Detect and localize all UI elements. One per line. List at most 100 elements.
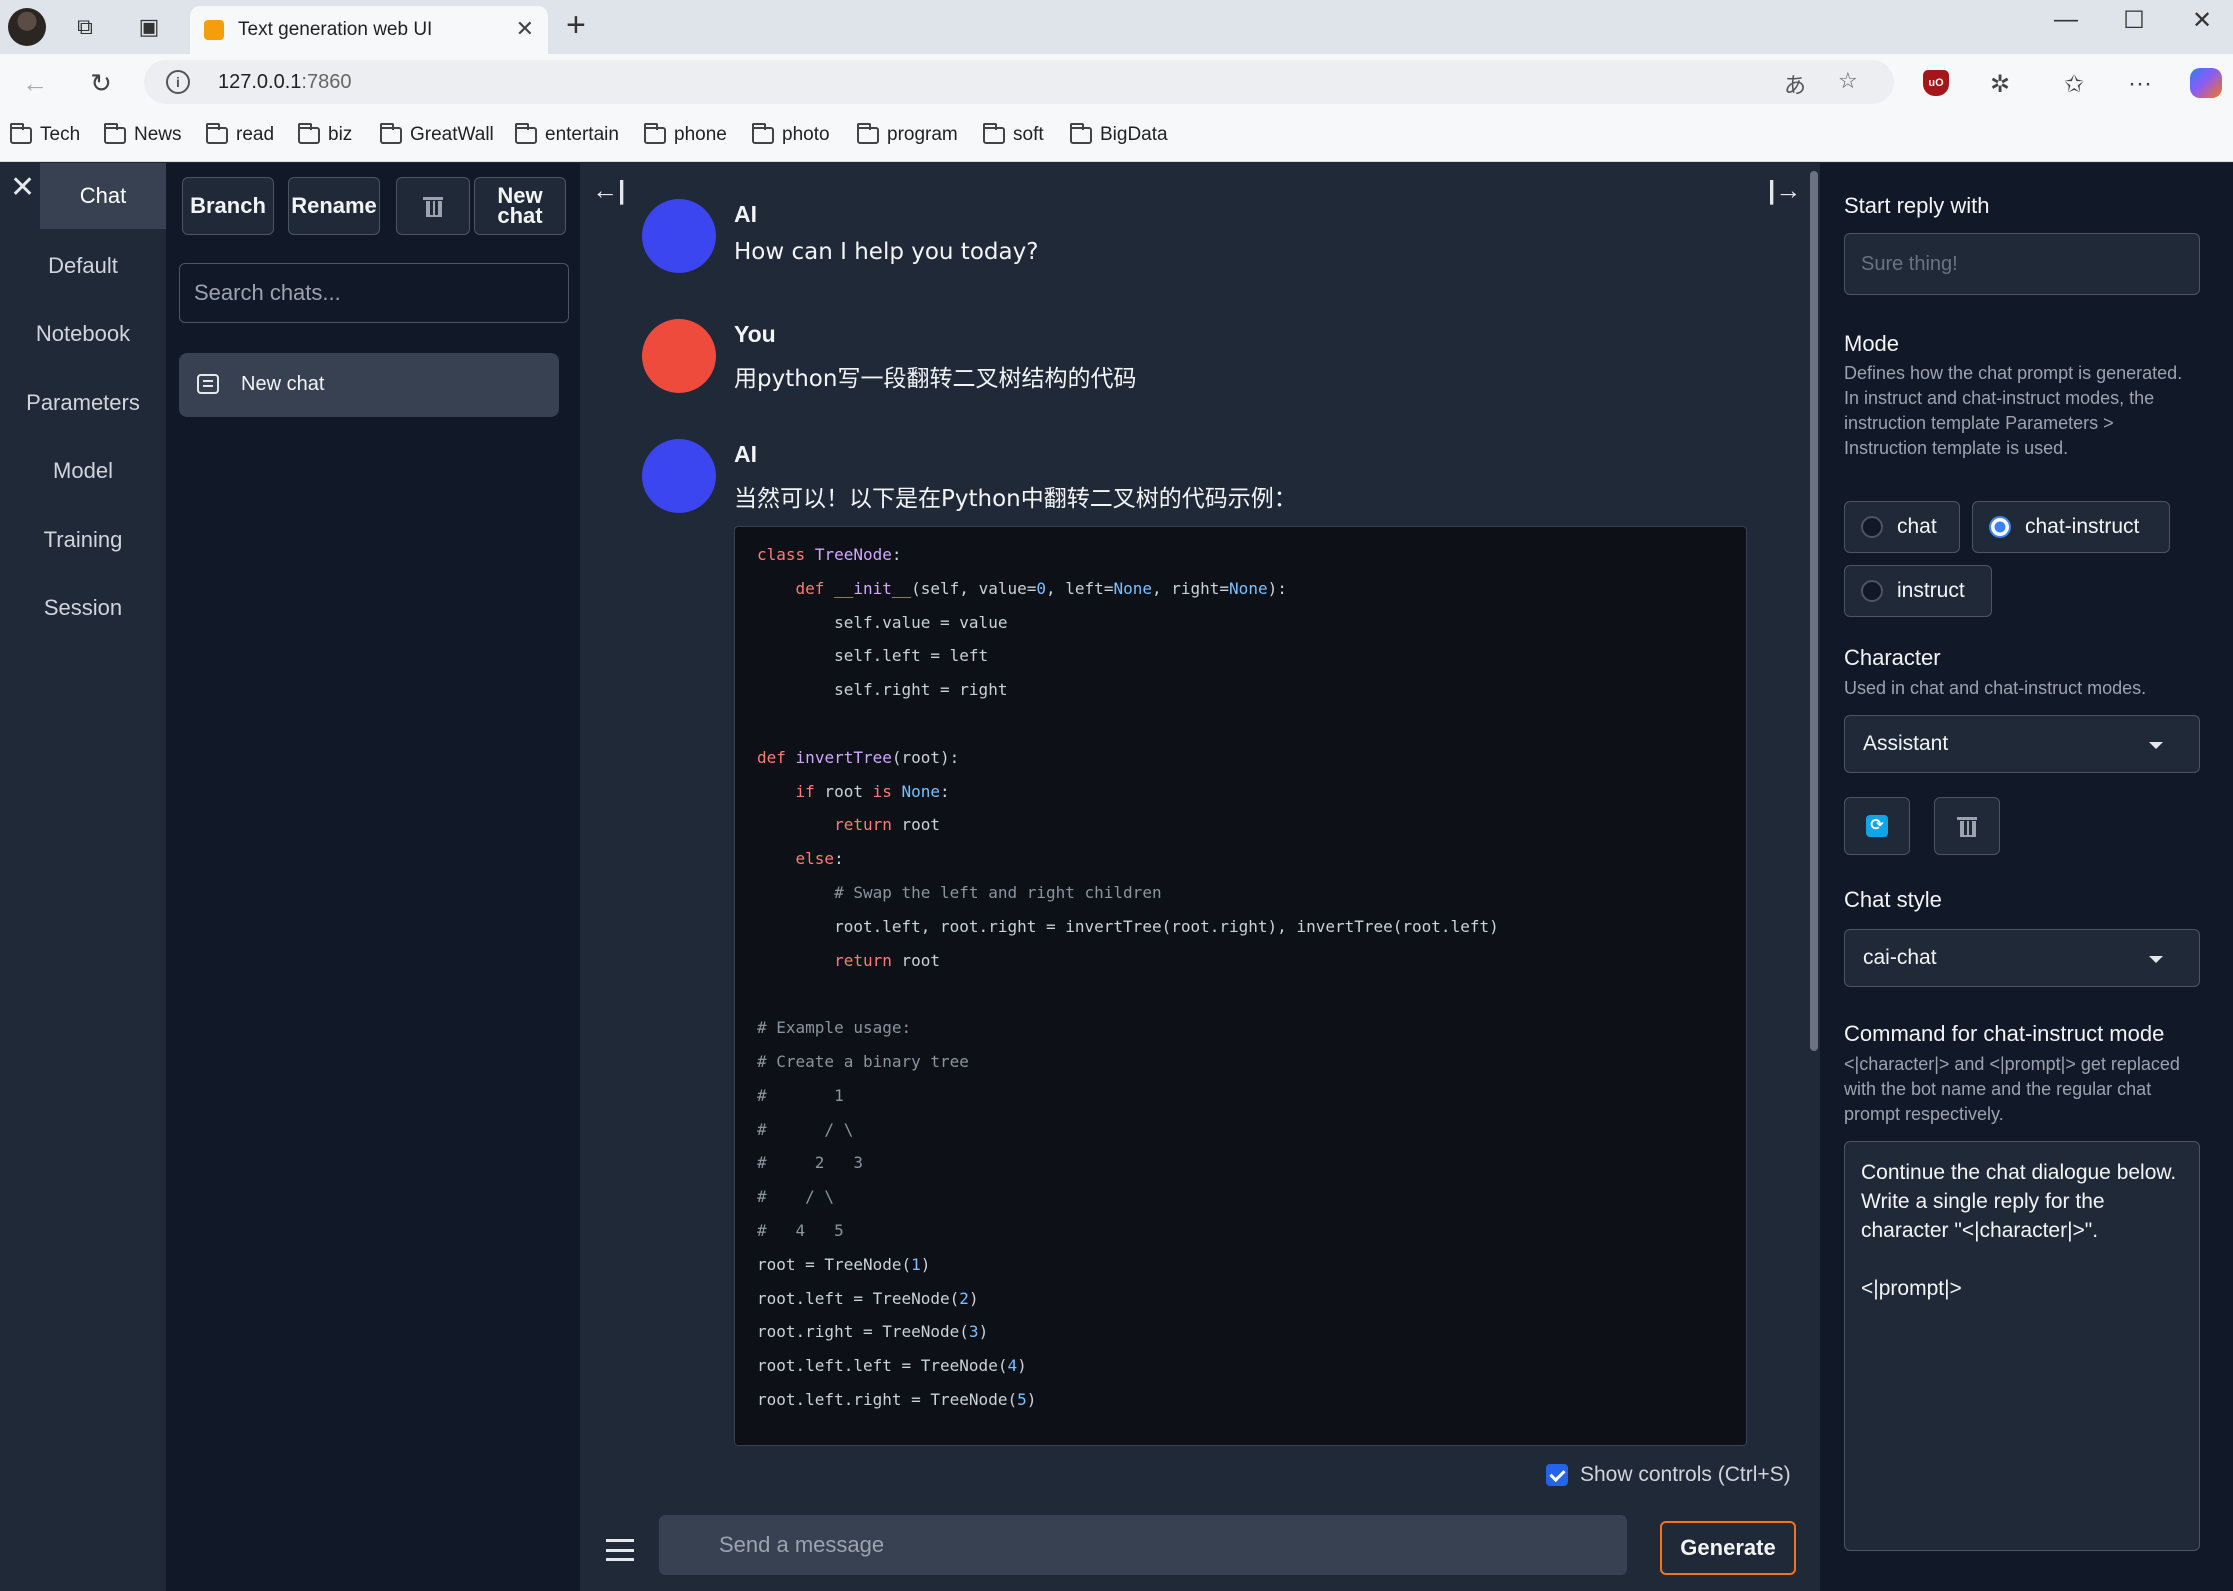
nav-item-training[interactable]: Training: [0, 527, 166, 553]
rename-button[interactable]: Rename: [288, 177, 380, 235]
app-root: Chat ✕ Default Notebook Parameters Model…: [0, 163, 2233, 1591]
extensions-icon[interactable]: ✲: [1990, 70, 2010, 99]
code-line: if root is None:: [795, 781, 950, 801]
folder-icon: [644, 122, 666, 144]
refresh-characters-button[interactable]: ⟳: [1844, 797, 1910, 855]
read-aloud-icon[interactable]: あ: [1784, 68, 1806, 100]
folder-icon: [515, 122, 537, 144]
collapse-left-icon[interactable]: ←|: [592, 175, 625, 206]
nav-item-parameters[interactable]: Parameters: [0, 390, 166, 416]
bookmark-biz[interactable]: biz: [298, 122, 352, 146]
close-sidebar-icon[interactable]: ✕: [10, 173, 35, 203]
dropdown-caret-icon: [2149, 742, 2163, 749]
bookmark-greatwall[interactable]: GreatWall: [380, 122, 494, 146]
browser-toolbar: ← ↻ i 127.0.0.1:7860 あ ☆ uO ✲ ✩ ···: [0, 54, 2233, 110]
main-nav: Chat ✕ Default Notebook Parameters Model…: [0, 163, 166, 1591]
nav-item-default[interactable]: Default: [0, 253, 166, 279]
message-input[interactable]: Send a message: [659, 1515, 1627, 1575]
bookmark-phone[interactable]: phone: [644, 122, 727, 146]
nav-item-chat[interactable]: Chat: [40, 163, 166, 229]
bookmark-bigdata[interactable]: BigData: [1070, 122, 1168, 146]
code-line: def invertTree(root):: [757, 747, 960, 767]
url-text[interactable]: 127.0.0.1:7860: [218, 71, 351, 94]
nav-item-notebook[interactable]: Notebook: [0, 321, 166, 347]
character-select[interactable]: Assistant: [1844, 715, 2200, 773]
tab-favicon-icon: [204, 20, 224, 40]
start-reply-label: Start reply with: [1844, 193, 1990, 218]
show-controls-checkbox[interactable]: [1546, 1464, 1568, 1486]
code-line: return root: [834, 815, 941, 835]
start-reply-input[interactable]: Sure thing!: [1844, 233, 2200, 295]
mode-option-chat-instruct[interactable]: chat-instruct: [1972, 501, 2170, 553]
bookmark-program[interactable]: program: [857, 122, 958, 146]
more-menu-icon[interactable]: ···: [2128, 70, 2152, 98]
chat-scrollbar[interactable]: [1810, 171, 1818, 1051]
chat-history-item[interactable]: New chat: [179, 353, 559, 417]
user-avatar: [642, 319, 716, 393]
delete-character-button[interactable]: [1934, 797, 2000, 855]
bookmark-photo[interactable]: photo: [752, 122, 830, 146]
nav-item-session[interactable]: Session: [0, 595, 166, 621]
trash-icon: [423, 195, 443, 217]
minimize-icon[interactable]: —: [2046, 6, 2086, 34]
browser-tab[interactable]: Text generation web UI ✕: [190, 6, 548, 54]
bookmark-news[interactable]: News: [104, 122, 182, 146]
mode-label: Mode: [1844, 331, 1900, 356]
chat-main: ←| |→ AI How can I help you today? You 用…: [580, 163, 1820, 1591]
show-controls-label: Show controls (Ctrl+S): [1580, 1463, 1791, 1486]
bookmark-read[interactable]: read: [206, 122, 274, 146]
search-chats-input[interactable]: Search chats...: [179, 263, 569, 323]
vertical-tabs-icon[interactable]: ▣: [134, 12, 164, 42]
code-line: # 1: [757, 1085, 844, 1105]
radio-icon: [1861, 516, 1883, 538]
generate-button[interactable]: Generate: [1660, 1521, 1796, 1575]
maximize-icon[interactable]: ☐: [2114, 6, 2154, 35]
ublock-extension-icon[interactable]: uO: [1923, 70, 1949, 96]
collapse-right-icon[interactable]: |→: [1768, 175, 1801, 206]
chat-style-label: Chat style: [1844, 887, 1942, 912]
mode-option-chat[interactable]: chat: [1844, 501, 1960, 553]
nav-item-model[interactable]: Model: [0, 458, 166, 484]
code-line: class TreeNode:: [757, 545, 902, 564]
favorites-icon[interactable]: ✩: [2064, 70, 2084, 99]
chat-style-select[interactable]: cai-chat: [1844, 929, 2200, 987]
message-sender: You: [734, 321, 776, 347]
code-line: root.left.right = TreeNode(5): [757, 1390, 1037, 1409]
bookmark-entertain[interactable]: entertain: [515, 122, 619, 146]
code-line: self.right = right: [757, 680, 1008, 700]
folder-icon: [380, 122, 402, 144]
folder-icon: [298, 122, 320, 144]
new-tab-icon[interactable]: +: [566, 8, 586, 42]
refresh-icon: ⟳: [1866, 815, 1888, 837]
branch-button[interactable]: Branch: [182, 177, 274, 235]
site-info-icon[interactable]: i: [166, 70, 190, 94]
ai-avatar: [642, 199, 716, 273]
folder-icon: [857, 122, 879, 144]
code-line: return root: [834, 950, 941, 970]
tab-close-icon[interactable]: ✕: [516, 16, 534, 42]
browser-tab-bar: ⧉ ▣ Text generation web UI ✕ + — ☐ ✕: [0, 0, 2233, 54]
delete-chat-button[interactable]: [396, 177, 470, 235]
back-icon[interactable]: ←: [18, 66, 52, 100]
reload-icon[interactable]: ↻: [84, 66, 118, 100]
show-controls-toggle[interactable]: Show controls (Ctrl+S): [1546, 1463, 1791, 1487]
chat-controls-panel: Start reply with Sure thing! Mode Define…: [1820, 163, 2233, 1591]
code-line: def __init__(self, value=0, left=None, r…: [795, 578, 1287, 598]
chat-history-sidebar: Branch Rename New chat Search chats... N…: [166, 163, 580, 1591]
address-bar[interactable]: i 127.0.0.1:7860 あ ☆: [144, 60, 1894, 104]
trash-icon: [1957, 815, 1977, 837]
profile-avatar[interactable]: [8, 8, 46, 46]
character-description: Used in chat and chat-instruct modes.: [1844, 678, 2147, 698]
favorite-star-icon[interactable]: ☆: [1838, 68, 1858, 94]
bookmark-tech[interactable]: Tech: [10, 122, 80, 146]
command-textarea[interactable]: Continue the chat dialogue below. Write …: [1844, 1141, 2200, 1551]
copilot-icon[interactable]: [2190, 68, 2222, 98]
bookmark-soft[interactable]: soft: [983, 122, 1044, 146]
menu-icon[interactable]: [606, 1539, 634, 1561]
composer: Send a message Generate: [580, 1495, 1820, 1591]
mode-option-instruct[interactable]: instruct: [1844, 565, 1992, 617]
window-close-icon[interactable]: ✕: [2182, 6, 2222, 35]
workspaces-icon[interactable]: ⧉: [70, 12, 100, 42]
code-line: # Swap the left and right children: [757, 883, 1162, 902]
new-chat-button[interactable]: New chat: [474, 177, 566, 235]
